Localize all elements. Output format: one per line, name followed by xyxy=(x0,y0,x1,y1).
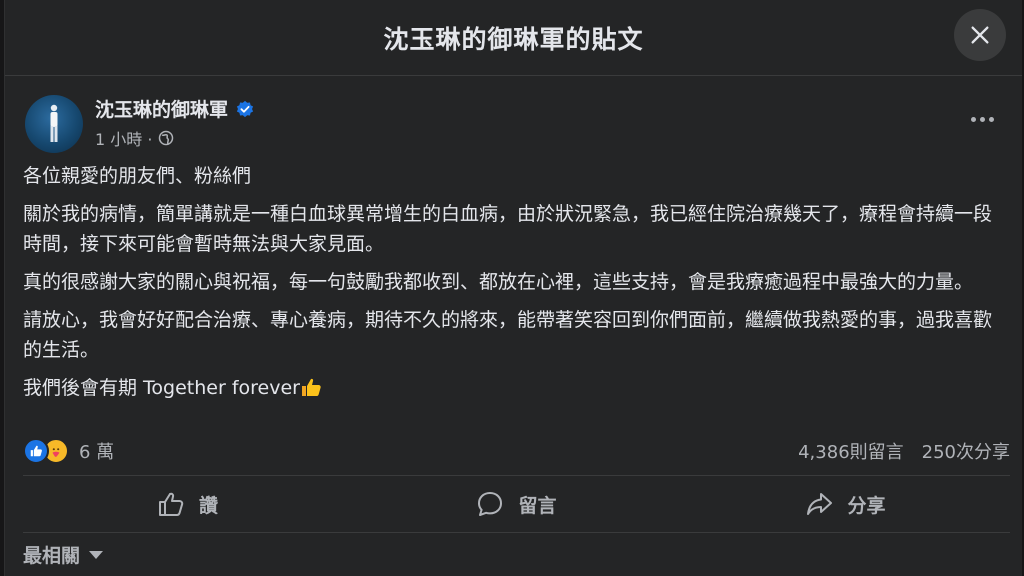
comment-label: 留言 xyxy=(518,494,557,517)
like-button[interactable]: 讚 xyxy=(23,476,352,532)
comment-count[interactable]: 4,386則留言 xyxy=(798,438,904,464)
screen: 沈玉琳的御琳軍的貼文 沈玉琳的御琳軍 1 小時 · 各位親愛的朋友們、粉絲們 關… xyxy=(0,0,1024,576)
avatar-figure xyxy=(50,104,58,142)
author-line: 沈玉琳的御琳軍 xyxy=(95,95,254,122)
stats-right: 4,386則留言 250次分享 xyxy=(798,438,1010,464)
post-paragraph: 各位親愛的朋友們、粉絲們 xyxy=(23,165,252,187)
close-button[interactable] xyxy=(954,9,1006,61)
avatar[interactable] xyxy=(25,95,83,153)
dialog-header: 沈玉琳的御琳軍的貼文 xyxy=(5,0,1022,76)
share-count[interactable]: 250次分享 xyxy=(922,438,1010,464)
engagement-stats: 6 萬 4,386則留言 250次分享 xyxy=(23,435,1010,467)
post-header: 沈玉琳的御琳軍 1 小時 · xyxy=(5,77,1022,155)
globe-icon xyxy=(159,130,174,146)
post-paragraph: 真的很感謝大家的關心與祝福，每一句鼓勵我都收到、都放在心裡，這些支持，會是我療癒… xyxy=(23,271,974,293)
post-body: 各位親愛的朋友們、粉絲們 關於我的病情，簡單講就是一種白血球異常增生的白血病，由… xyxy=(5,155,1022,403)
post-paragraph: 關於我的病情，簡單講就是一種白血球異常增生的白血病，由於狀況緊急，我已經住院治療… xyxy=(23,203,993,255)
like-reaction-icon xyxy=(23,438,49,464)
share-label: 分享 xyxy=(847,494,886,517)
post-closing: 我們後會有期 Together forever xyxy=(23,377,300,399)
post-closing-line: 我們後會有期 Together forever xyxy=(23,373,1004,403)
like-icon xyxy=(158,492,184,516)
action-bar: 讚 留言 分享 xyxy=(23,475,1010,533)
comment-button[interactable]: 留言 xyxy=(352,476,681,532)
post-paragraph: 請放心，我會好好配合治療、專心養病，期待不久的將來，能帶著笑容回到你們面前，繼續… xyxy=(23,309,993,361)
more-options-button[interactable] xyxy=(962,107,1002,131)
verified-badge-icon xyxy=(236,100,254,117)
author-name[interactable]: 沈玉琳的御琳軍 xyxy=(95,95,228,122)
like-label: 讚 xyxy=(198,494,218,517)
comment-icon xyxy=(478,492,503,516)
reaction-count[interactable]: 6 萬 xyxy=(79,438,114,464)
post: 沈玉琳的御琳軍 1 小時 · 各位親愛的朋友們、粉絲們 關於我的病情，簡單講就是… xyxy=(5,77,1022,567)
post-dialog: 沈玉琳的御琳軍的貼文 沈玉琳的御琳軍 1 小時 · 各位親愛的朋友們、粉絲們 關… xyxy=(4,0,1022,576)
share-button[interactable]: 分享 xyxy=(681,476,1010,532)
reaction-icons[interactable] xyxy=(23,438,69,464)
dialog-title: 沈玉琳的御琳軍的貼文 xyxy=(383,24,644,54)
chevron-down-icon xyxy=(89,550,104,559)
more-icon xyxy=(970,116,976,122)
close-icon xyxy=(971,26,989,44)
sort-label: 最相關 xyxy=(23,545,81,567)
share-icon xyxy=(807,493,833,515)
post-meta: 1 小時 · xyxy=(95,126,174,150)
thumbs-up-emoji-icon xyxy=(301,378,321,396)
post-time[interactable]: 1 小時 · xyxy=(95,126,152,150)
comment-sort-dropdown[interactable]: 最相關 xyxy=(23,541,104,568)
